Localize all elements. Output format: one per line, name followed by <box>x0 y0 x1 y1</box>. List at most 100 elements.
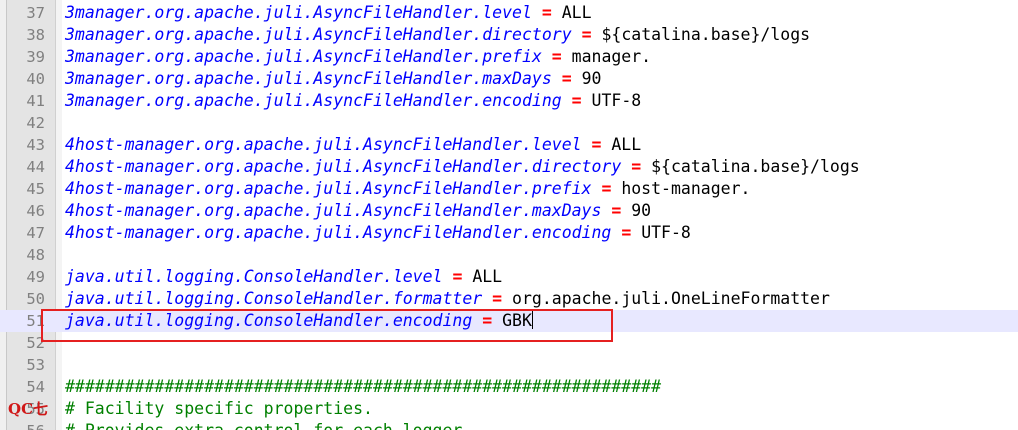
line-text: 4host-manager.org.apache.juli.AsyncFileH… <box>65 222 691 244</box>
code-line[interactable]: 43 4host-manager.org.apache.juli.AsyncFil… <box>0 134 1018 156</box>
code-line[interactable]: 41 3manager.org.apache.juli.AsyncFileHand… <box>0 90 1018 112</box>
equals-operator: = <box>591 135 602 154</box>
property-key: java.util.logging.ConsoleHandler.level <box>65 267 443 286</box>
property-key: 4host-manager.org.apache.juli.AsyncFileH… <box>65 179 592 198</box>
comment-text: # Facility specific properties. <box>65 399 373 418</box>
line-number: 56 <box>7 420 45 430</box>
line-number: 52 <box>26 334 45 352</box>
code-line[interactable]: 51 java.util.logging.ConsoleHandler.encod… <box>0 310 1018 332</box>
code-line[interactable]: 45 4host-manager.org.apache.juli.AsyncFil… <box>0 178 1018 200</box>
code-line[interactable]: 40 3manager.org.apache.juli.AsyncFileHand… <box>0 68 1018 90</box>
line-number: 42 <box>26 114 45 132</box>
property-key: 3manager.org.apache.juli.AsyncFileHandle… <box>65 91 562 110</box>
property-key: 4host-manager.org.apache.juli.AsyncFileH… <box>65 157 622 176</box>
line-text: 4host-manager.org.apache.juli.AsyncFileH… <box>65 178 750 200</box>
line-text: 3manager.org.apache.juli.AsyncFileHandle… <box>65 46 651 68</box>
line-number: 45 <box>26 180 45 198</box>
code-line[interactable]: 44 4host-manager.org.apache.juli.AsyncFil… <box>0 156 1018 178</box>
line-number: 54 <box>26 378 45 396</box>
line-number: 49 <box>26 268 45 286</box>
line-text: java.util.logging.ConsoleHandler.encodin… <box>65 310 533 332</box>
line-text: 4host-manager.org.apache.juli.AsyncFileH… <box>65 134 641 156</box>
line-text: 4host-manager.org.apache.juli.AsyncFileH… <box>65 156 860 178</box>
property-value: 90 <box>631 201 652 220</box>
line-number: 51 <box>26 312 45 330</box>
line-number: 46 <box>26 202 45 220</box>
equals-operator: = <box>611 201 622 220</box>
property-value: host-manager. <box>621 179 751 198</box>
code-line[interactable]: 54 ######################################… <box>0 376 1018 398</box>
watermark-logo: QC七 <box>8 400 49 418</box>
property-value: manager. <box>571 47 652 66</box>
line-number: 38 <box>26 26 45 44</box>
property-key: 4host-manager.org.apache.juli.AsyncFileH… <box>65 223 612 242</box>
line-text: # Provides extra control for each logger… <box>65 420 472 430</box>
code-line[interactable]: 47 4host-manager.org.apache.juli.AsyncFil… <box>0 222 1018 244</box>
line-text: java.util.logging.ConsoleHandler.formatt… <box>65 288 830 310</box>
equals-operator: = <box>571 91 582 110</box>
property-value: UTF-8 <box>591 91 642 110</box>
line-text: java.util.logging.ConsoleHandler.level =… <box>65 266 502 288</box>
code-line[interactable]: 37 3manager.org.apache.juli.AsyncFileHand… <box>0 2 1018 24</box>
code-line[interactable]: 55 # Facility specific properties. <box>0 398 1018 420</box>
equals-operator: = <box>482 311 493 330</box>
property-value: GBK <box>502 311 532 330</box>
line-number: 53 <box>26 356 45 374</box>
property-key: 3manager.org.apache.juli.AsyncFileHandle… <box>65 25 572 44</box>
code-line[interactable]: 42 <box>0 112 1018 134</box>
property-value: ALL <box>611 135 642 154</box>
property-value: ${catalina.base}/logs <box>601 25 811 44</box>
code-line[interactable]: 53 <box>0 354 1018 376</box>
property-key: 3manager.org.apache.juli.AsyncFileHandle… <box>65 3 532 22</box>
property-value: ALL <box>561 3 592 22</box>
property-value: 90 <box>581 69 602 88</box>
line-text: ########################################… <box>65 376 661 398</box>
equals-operator: = <box>581 25 592 44</box>
code-line[interactable]: 39 3manager.org.apache.juli.AsyncFileHand… <box>0 46 1018 68</box>
code-line[interactable]: 38 3manager.org.apache.juli.AsyncFileHand… <box>0 24 1018 46</box>
line-text: # Facility specific properties. <box>65 398 373 420</box>
line-text: 3manager.org.apache.juli.AsyncFileHandle… <box>65 2 592 24</box>
line-number: 43 <box>26 136 45 154</box>
line-text: 4host-manager.org.apache.juli.AsyncFileH… <box>65 200 651 222</box>
code-line[interactable]: 49 java.util.logging.ConsoleHandler.level… <box>0 266 1018 288</box>
code-line[interactable]: 52 <box>0 332 1018 354</box>
line-number: 41 <box>26 92 45 110</box>
property-key: java.util.logging.ConsoleHandler.formatt… <box>65 289 483 308</box>
equals-operator: = <box>601 179 612 198</box>
line-number: 44 <box>26 158 45 176</box>
code-line[interactable]: 56 # Provides extra control for each logg… <box>0 420 1018 430</box>
line-text: 3manager.org.apache.juli.AsyncFileHandle… <box>65 24 810 46</box>
line-number: 40 <box>26 70 45 88</box>
equals-operator: = <box>551 47 562 66</box>
code-line[interactable]: 50 java.util.logging.ConsoleHandler.forma… <box>0 288 1018 310</box>
line-number: 39 <box>26 48 45 66</box>
property-key: 4host-manager.org.apache.juli.AsyncFileH… <box>65 201 602 220</box>
equals-operator: = <box>561 69 572 88</box>
property-key: 3manager.org.apache.juli.AsyncFileHandle… <box>65 69 552 88</box>
equals-operator: = <box>492 289 503 308</box>
equals-operator: = <box>452 267 463 286</box>
code-line[interactable]: 46 4host-manager.org.apache.juli.AsyncFil… <box>0 200 1018 222</box>
property-key: 4host-manager.org.apache.juli.AsyncFileH… <box>65 135 582 154</box>
text-cursor <box>531 311 533 329</box>
property-key: 3manager.org.apache.juli.AsyncFileHandle… <box>65 47 542 66</box>
line-number: 37 <box>26 4 45 22</box>
line-text: 3manager.org.apache.juli.AsyncFileHandle… <box>65 68 601 90</box>
property-value: ${catalina.base}/logs <box>651 157 860 176</box>
equals-operator: = <box>541 3 552 22</box>
line-text: 3manager.org.apache.juli.AsyncFileHandle… <box>65 90 641 112</box>
comment-text: ########################################… <box>65 377 662 396</box>
code-line[interactable]: 48 <box>0 244 1018 266</box>
property-value: UTF-8 <box>641 223 691 242</box>
property-value: org.apache.juli.OneLineFormatter <box>512 289 830 308</box>
comment-text: # Provides extra control for each logger… <box>65 421 472 430</box>
property-value: ALL <box>472 267 503 286</box>
line-number: 50 <box>26 290 45 308</box>
line-number: 48 <box>26 246 45 264</box>
property-key: java.util.logging.ConsoleHandler.encodin… <box>65 311 473 330</box>
line-number: 47 <box>26 224 45 242</box>
equals-operator: = <box>631 157 642 176</box>
code-editor[interactable]: 37 3manager.org.apache.juli.AsyncFileHand… <box>0 0 1018 430</box>
equals-operator: = <box>621 223 632 242</box>
